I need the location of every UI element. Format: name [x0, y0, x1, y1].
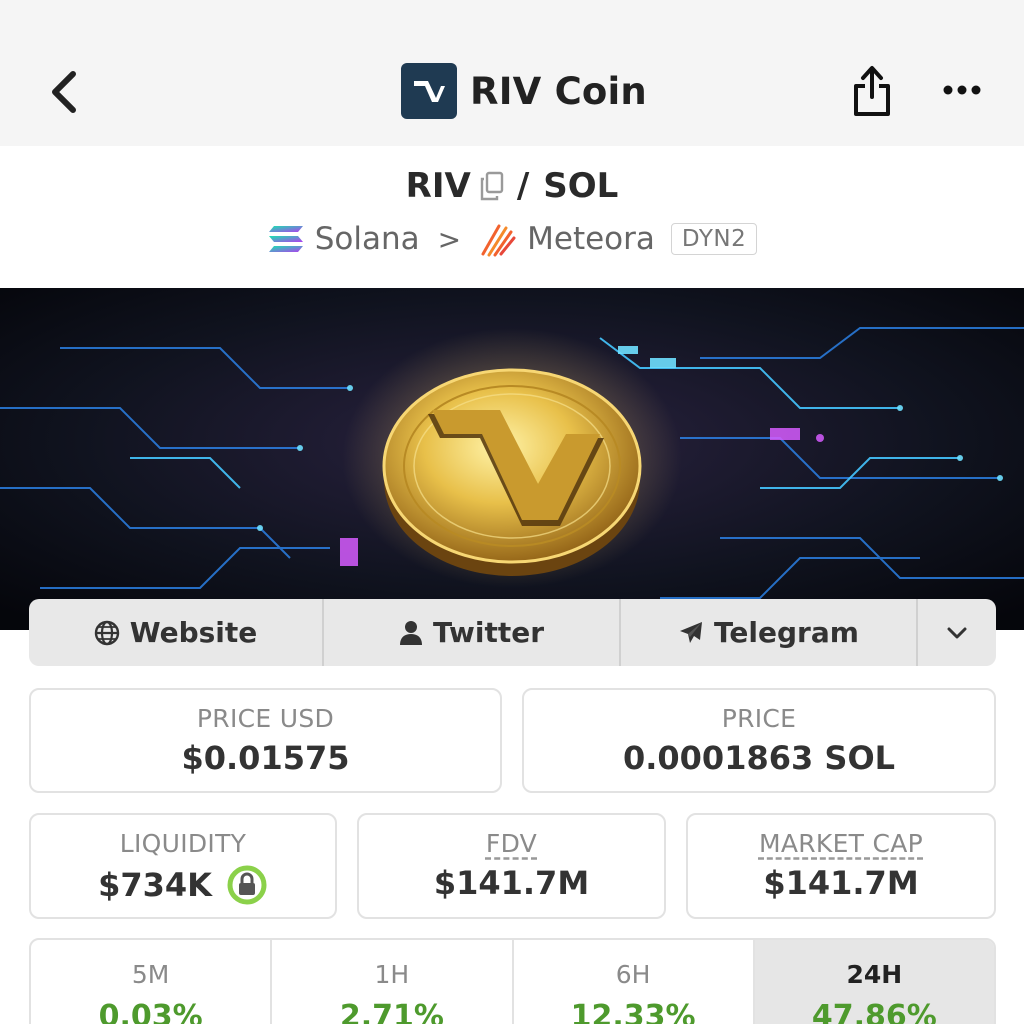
tab-24h-label: 24H: [846, 960, 903, 989]
price-usd-value: $0.01575: [181, 739, 350, 777]
more-links-button[interactable]: [918, 599, 996, 666]
liquidity-value: $734K: [98, 866, 212, 904]
chevron-left-icon: [52, 71, 76, 113]
telegram-link[interactable]: Telegram: [621, 599, 918, 666]
fdv-label[interactable]: FDV: [486, 829, 537, 858]
liquidity-label: LIQUIDITY: [119, 829, 247, 858]
market-cap-value: $141.7M: [763, 864, 919, 902]
dex-pool-badge: DYN2: [670, 223, 758, 255]
copy-icon: [480, 171, 504, 201]
market-cap-label[interactable]: MARKET CAP: [759, 829, 923, 858]
tab-5m-label: 5M: [131, 960, 170, 989]
twitter-label: Twitter: [432, 616, 545, 649]
tab-24h-change: 47.86%: [811, 999, 937, 1024]
price-native-label: PRICE: [721, 704, 797, 733]
riv-logo: [401, 63, 457, 119]
meteora-icon: [479, 220, 517, 258]
price-native-card: PRICE 0.0001863 SOL: [522, 688, 996, 793]
tab-6h-label: 6H: [615, 960, 651, 989]
lock-icon[interactable]: [226, 864, 268, 906]
social-links-bar: Website Twitter Telegram: [29, 599, 996, 666]
app-header-title: RIV Coin: [401, 62, 647, 120]
user-icon: [399, 620, 423, 646]
share-icon: [854, 66, 890, 116]
page-title: RIV Coin: [470, 69, 647, 113]
telegram-label: Telegram: [714, 616, 859, 649]
top-bar: RIV Coin: [0, 0, 1024, 146]
timeframe-tabs: 5M 0.03% 1H 2.71% 6H 12.33% 24H 47.86%: [29, 938, 996, 1024]
price-usd-label: PRICE USD: [196, 704, 335, 733]
quote-token-symbol: SOL: [543, 166, 619, 206]
copy-address-button[interactable]: [479, 171, 505, 201]
liquidity-value-row: $734K: [31, 864, 335, 906]
fdv-card: FDV $141.7M: [357, 813, 666, 919]
solana-icon: [267, 224, 305, 254]
dex-name[interactable]: Meteora: [527, 221, 655, 257]
back-button[interactable]: [40, 64, 88, 120]
tab-1h-label: 1H: [374, 960, 410, 989]
more-horizontal-icon: [943, 85, 981, 95]
website-label: Website: [129, 616, 258, 649]
liquidity-card: LIQUIDITY $734K: [29, 813, 337, 919]
market-cap-card: MARKET CAP $141.7M: [686, 813, 996, 919]
tab-24h[interactable]: 24H 47.86%: [754, 940, 994, 1024]
website-link[interactable]: Website: [29, 599, 324, 666]
share-button[interactable]: [848, 62, 896, 120]
tab-1h[interactable]: 1H 2.71%: [272, 940, 514, 1024]
chain-dex-info: Solana > Meteora DYN2: [0, 220, 1024, 258]
chain-name[interactable]: Solana: [315, 221, 420, 257]
chevron-down-icon: [947, 627, 967, 638]
tab-5m-change: 0.03%: [98, 999, 203, 1024]
token-banner-image: [0, 288, 1024, 630]
twitter-link[interactable]: Twitter: [324, 599, 621, 666]
breadcrumb-separator: >: [437, 222, 462, 256]
tab-6h[interactable]: 6H 12.33%: [514, 940, 755, 1024]
pair-slash: /: [516, 166, 530, 206]
fdv-value: $141.7M: [433, 864, 590, 902]
base-token-symbol: RIV: [405, 166, 471, 206]
globe-icon: [94, 620, 120, 646]
tab-6h-change: 12.33%: [570, 999, 696, 1024]
price-usd-card: PRICE USD $0.01575: [29, 688, 502, 793]
paper-plane-icon: [678, 620, 704, 646]
pair-title: RIV / SOL: [0, 166, 1024, 206]
tab-1h-change: 2.71%: [339, 999, 444, 1024]
tab-5m[interactable]: 5M 0.03%: [31, 940, 273, 1024]
price-native-value: 0.0001863 SOL: [622, 739, 896, 777]
more-options-button[interactable]: [936, 70, 988, 110]
